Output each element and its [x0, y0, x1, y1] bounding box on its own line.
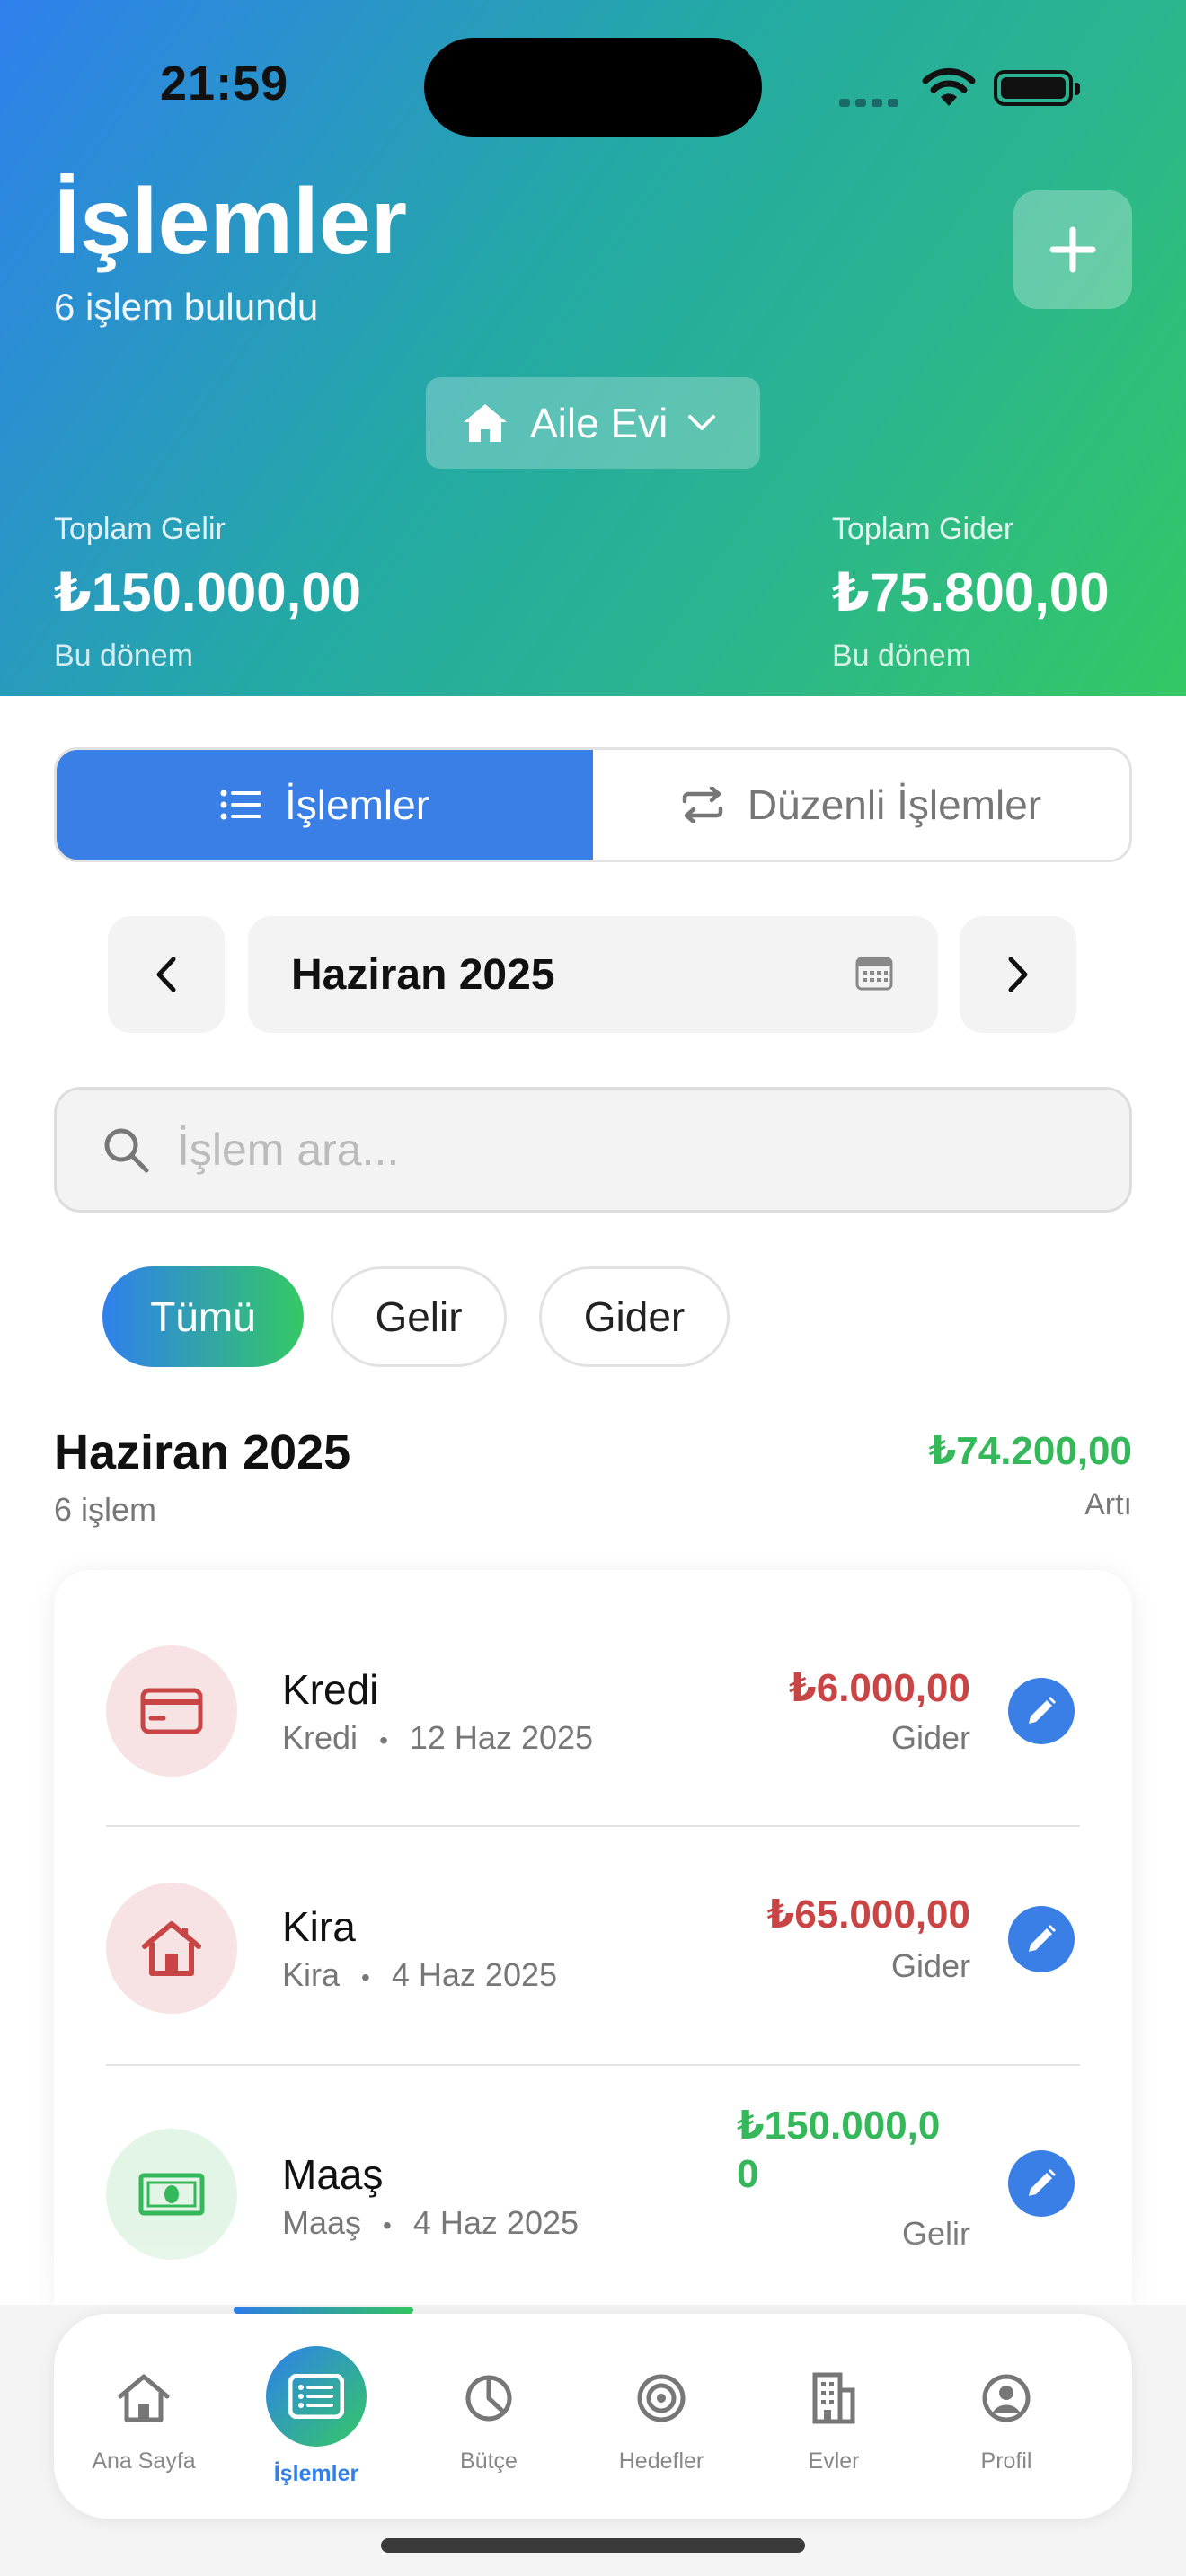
tab-home[interactable]: Ana Sayfa [58, 2314, 230, 2519]
meta-separator: • [379, 1726, 388, 1754]
transaction-kind: Gider [890, 1947, 970, 1984]
wifi-icon [922, 66, 976, 112]
total-expense: Toplam Gider ₺75.800,00 Bu dönem [832, 512, 1110, 674]
tab-profile[interactable]: Profil [920, 2314, 1093, 2519]
chevron-left-icon [156, 957, 176, 992]
house-icon [464, 404, 507, 442]
previous-month-button[interactable] [108, 916, 225, 1033]
repeat-icon [681, 787, 724, 823]
month-label: Haziran 2025 [291, 950, 555, 999]
home-icon [117, 2348, 171, 2448]
filter-expense-chip[interactable]: Gider [539, 1266, 730, 1367]
pencil-icon [1029, 1697, 1056, 1724]
house-selector-label: Aile Evi [530, 400, 668, 446]
transaction-meta: Kira • 4 Haz 2025 [282, 1956, 557, 1994]
dynamic-island [424, 38, 762, 137]
total-income: Toplam Gelir ₺150.000,00 Bu dönem [54, 512, 361, 674]
pie-chart-icon [465, 2348, 513, 2448]
profile-icon [981, 2348, 1031, 2448]
transaction-name: Kira [282, 1903, 356, 1950]
credit-card-icon [106, 1645, 237, 1777]
transaction-name: Kredi [282, 1666, 379, 1713]
transaction-kind: Gider [890, 1719, 970, 1756]
status-icons [839, 65, 1082, 110]
status-time: 21:59 [160, 57, 289, 110]
transaction-meta: Kredi • 12 Haz 2025 [282, 1719, 593, 1757]
section-net-kind: Artı [1084, 1487, 1132, 1522]
cellular-signal-icon [839, 95, 904, 111]
segment-recurring[interactable]: Düzenli İşlemler [593, 750, 1129, 860]
transaction-row[interactable]: Kira Kira • 4 Haz 2025 ₺65.000,00 Gider [54, 1807, 1132, 2044]
transaction-category: Kira [282, 1956, 341, 1993]
house-icon [106, 1883, 237, 2014]
transaction-date: 12 Haz 2025 [409, 1719, 594, 1756]
battery-icon [994, 70, 1080, 106]
section-transaction-count: 6 işlem [54, 1491, 157, 1528]
pencil-icon [1029, 1925, 1056, 1952]
tab-budget-label: Bütçe [460, 2448, 518, 2474]
tab-goals[interactable]: Hedefler [575, 2314, 748, 2519]
total-income-label: Toplam Gelir [54, 512, 226, 546]
transaction-category: Kredi [282, 1719, 358, 1756]
plus-icon [1049, 226, 1096, 273]
tab-houses-label: Evler [808, 2448, 860, 2474]
edit-transaction-button[interactable] [1008, 1906, 1075, 1972]
calendar-icon [855, 955, 893, 995]
tab-transactions[interactable]: İşlemler [230, 2314, 403, 2519]
target-icon [636, 2348, 686, 2448]
transaction-amount-line1: ₺150.000,0 [737, 2104, 941, 2148]
page-title: İşlemler [54, 170, 408, 274]
header: 21:59 İşlemler 6 işlem bulundu Aile Evi … [0, 0, 1186, 696]
search-icon [104, 1128, 149, 1173]
tab-budget[interactable]: Bütçe [403, 2314, 575, 2519]
list-icon [220, 789, 261, 821]
tab-profile-label: Profil [980, 2448, 1032, 2474]
transaction-date: 4 Haz 2025 [391, 1956, 558, 1993]
search-bar [54, 1087, 1132, 1213]
tab-houses[interactable]: Evler [748, 2314, 920, 2519]
filter-all-chip[interactable]: Tümü [102, 1266, 304, 1367]
transaction-amount: ₺6.000,00 [789, 1666, 970, 1710]
search-input[interactable] [177, 1124, 986, 1176]
chevron-down-icon [688, 415, 716, 430]
transaction-name: Maaş [282, 2151, 384, 2198]
total-expense-value: ₺75.800,00 [832, 562, 1110, 622]
chevron-right-icon [1008, 957, 1028, 992]
add-transaction-button[interactable] [1013, 190, 1132, 309]
house-selector[interactable]: Aile Evi [426, 377, 760, 469]
meta-separator: • [361, 1963, 370, 1991]
filter-income-chip[interactable]: Gelir [331, 1266, 507, 1367]
page-subtitle: 6 işlem bulundu [54, 286, 319, 328]
transaction-amount: ₺150.000,0 0 [737, 2102, 970, 2199]
total-income-period: Bu dönem [54, 639, 193, 673]
view-segmented-control: İşlemler Düzenli İşlemler [54, 747, 1132, 862]
tab-transactions-label: İşlemler [273, 2461, 359, 2486]
pencil-icon [1029, 2169, 1056, 2196]
segment-transactions-label: İşlemler [284, 781, 430, 828]
total-income-value: ₺150.000,00 [54, 562, 362, 622]
transaction-row[interactable]: Kredi Kredi • 12 Haz 2025 ₺6.000,00 Gide… [54, 1570, 1132, 1807]
edit-transaction-button[interactable] [1008, 2150, 1075, 2217]
section-net-total: ₺74.200,00 [928, 1429, 1132, 1473]
total-expense-label: Toplam Gider [832, 512, 1014, 546]
section-month-title: Haziran 2025 [54, 1425, 351, 1479]
list-icon [266, 2346, 367, 2447]
tab-bar: Ana Sayfa İşlemler Bütçe Hedefler Evler … [54, 2314, 1132, 2519]
building-icon [811, 2348, 856, 2448]
segment-recurring-label: Düzenli İşlemler [747, 781, 1042, 828]
total-expense-period: Bu dönem [832, 639, 971, 673]
tab-home-label: Ana Sayfa [92, 2448, 196, 2474]
tab-active-indicator [234, 2307, 413, 2314]
next-month-button[interactable] [960, 916, 1076, 1033]
transaction-amount: ₺65.000,00 [766, 1892, 970, 1936]
edit-transaction-button[interactable] [1008, 1678, 1075, 1744]
month-picker[interactable]: Haziran 2025 [248, 916, 938, 1033]
transaction-amount-line2: 0 [737, 2152, 759, 2196]
tab-goals-label: Hedefler [618, 2448, 704, 2474]
segment-transactions[interactable]: İşlemler [57, 750, 593, 860]
home-indicator [381, 2538, 805, 2553]
